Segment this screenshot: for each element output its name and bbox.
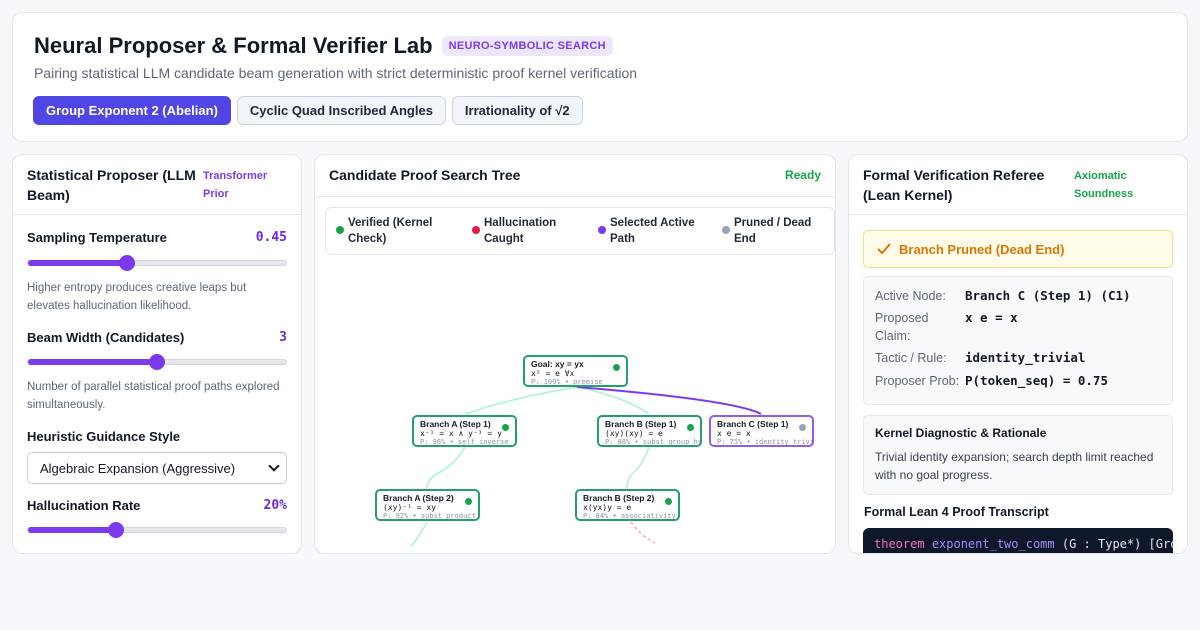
hallucination-value: 20% bbox=[263, 498, 287, 513]
node-b2-claim: x(yx)y = e bbox=[583, 503, 632, 512]
edge-root-c1 bbox=[576, 386, 762, 415]
edge-b1-b2 bbox=[626, 446, 650, 489]
hallucination-slider-fill bbox=[28, 527, 116, 533]
tree-node-a1[interactable]: Branch A (Step 1) x⁻¹ = x ∧ y⁻¹ = y P: 9… bbox=[412, 415, 517, 447]
node-c1-prob: P: 75% • identity_trivial bbox=[717, 438, 814, 446]
beam-label: Beam Width (Candidates) bbox=[27, 330, 185, 345]
temperature-value: 0.45 bbox=[255, 230, 287, 245]
temperature-label: Sampling Temperature bbox=[27, 230, 167, 245]
tab-cyclic-quad[interactable]: Cyclic Quad Inscribed Angles bbox=[236, 96, 446, 125]
diagnostic-text: Trivial identity expansion; search depth… bbox=[875, 450, 1154, 482]
node-b1-claim: (xy)(xy) = e bbox=[605, 429, 663, 438]
verified-dot-icon bbox=[687, 424, 694, 431]
verified-dot-icon bbox=[502, 424, 509, 431]
transcript-title: Formal Lean 4 Proof Transcript bbox=[864, 505, 1049, 519]
beam-help: Number of parallel statistical proof pat… bbox=[27, 381, 280, 411]
beam-slider-handle[interactable] bbox=[149, 354, 165, 370]
node-root-claim: x² = e ∀x bbox=[531, 369, 575, 378]
beam-row: Beam Width (Candidates) 3 bbox=[27, 330, 287, 345]
field-prob-key: Proposer Prob: bbox=[875, 374, 960, 388]
proposer-panel: Statistical Proposer (LLM Beam) Transfor… bbox=[12, 154, 302, 554]
status-alert: Branch Pruned (Dead End) bbox=[863, 230, 1173, 268]
tab-irrationality-sqrt2[interactable]: Irrationality of √2 bbox=[451, 96, 583, 125]
node-a2-title: Branch A (Step 2) bbox=[383, 493, 454, 503]
node-b1-prob: P: 88% • subst_group_hyp bbox=[605, 438, 702, 446]
tab-group-exponent[interactable]: Group Exponent 2 (Abelian) bbox=[33, 96, 231, 125]
code-keyword: theorem bbox=[874, 537, 925, 551]
referee-title: Formal Verification Referee (Lean Kernel… bbox=[863, 167, 1045, 203]
node-b2-prob: P: 84% • associativity bbox=[583, 512, 676, 520]
proof-transcript[interactable]: theorem exponent_two_comm (G : Type*) [G… bbox=[863, 528, 1173, 553]
node-c1-claim: x e = x bbox=[717, 429, 751, 438]
status-alert-text: Branch Pruned (Dead End) bbox=[899, 242, 1065, 257]
verified-dot-icon bbox=[665, 498, 672, 505]
search-tree-panel: Candidate Proof Search Tree Ready Verifi… bbox=[314, 154, 836, 554]
diagnostic-box: Kernel Diagnostic & Rationale Trivial id… bbox=[863, 415, 1173, 495]
field-claim-value: x e = x bbox=[965, 310, 1018, 325]
temperature-slider[interactable] bbox=[27, 255, 287, 271]
field-tactic-key: Tactic / Rule: bbox=[875, 351, 947, 365]
field-active-node-key: Active Node: bbox=[875, 289, 946, 303]
pruned-dot-icon bbox=[799, 424, 806, 431]
hallucination-label: Hallucination Rate bbox=[27, 498, 141, 513]
node-c1-title: Branch C (Step 1) bbox=[717, 419, 789, 429]
hallucination-row: Hallucination Rate 20% bbox=[27, 498, 287, 513]
edge-root-a1 bbox=[464, 386, 578, 415]
problem-tabs: Group Exponent 2 (Abelian) Cyclic Quad I… bbox=[33, 96, 583, 125]
tree-node-root[interactable]: Goal: xy = yx x² = e ∀x P: 100% • premis… bbox=[523, 355, 628, 387]
page-subtitle: Pairing statistical LLM candidate beam g… bbox=[34, 65, 638, 81]
referee-panel-header: Formal Verification Referee (Lean Kernel… bbox=[849, 155, 1187, 215]
hallucination-slider-handle[interactable] bbox=[107, 522, 124, 538]
node-a1-prob: P: 96% • self_inverse bbox=[420, 438, 509, 446]
temperature-help: Higher entropy produces creative leaps b… bbox=[27, 282, 247, 312]
code-theorem-name: exponent_two_comm bbox=[931, 537, 1055, 551]
node-root-title: Goal: xy = yx bbox=[531, 359, 584, 369]
temperature-slider-fill bbox=[28, 260, 128, 266]
chevron-down-icon bbox=[268, 460, 280, 472]
node-a1-title: Branch A (Step 1) bbox=[420, 419, 491, 429]
edge-a2-child bbox=[410, 521, 428, 548]
temperature-slider-handle[interactable] bbox=[119, 255, 136, 271]
code-signature: (G : Type*) [Group G] bbox=[1061, 537, 1173, 551]
tree-node-b2[interactable]: Branch B (Step 2) x(yx)y = e P: 84% • as… bbox=[575, 489, 680, 521]
field-tactic-value: identity_trivial bbox=[965, 350, 1086, 365]
proposer-title: Statistical Proposer (LLM Beam) bbox=[27, 167, 196, 203]
check-icon bbox=[877, 243, 891, 255]
diagnostic-title: Kernel Diagnostic & Rationale bbox=[875, 426, 1047, 440]
edge-b2-hallucination bbox=[630, 521, 656, 544]
node-info-box: Active Node: Branch C (Step 1) (C1) Prop… bbox=[863, 276, 1173, 405]
heuristic-selected-value: Algebraic Expansion (Aggressive) bbox=[40, 460, 236, 476]
beam-value: 3 bbox=[279, 330, 287, 345]
tree-node-b1[interactable]: Branch B (Step 1) (xy)(xy) = e P: 88% • … bbox=[597, 415, 702, 447]
heuristic-label: Heuristic Guidance Style bbox=[27, 429, 181, 444]
node-a2-claim: (xy)⁻¹ = xy bbox=[383, 503, 436, 512]
heuristic-select[interactable]: Algebraic Expansion (Aggressive) bbox=[27, 452, 287, 484]
tree-node-a2[interactable]: Branch A (Step 2) (xy)⁻¹ = xy P: 92% • s… bbox=[375, 489, 480, 521]
temperature-row: Sampling Temperature 0.45 bbox=[27, 230, 287, 245]
referee-panel: Formal Verification Referee (Lean Kernel… bbox=[848, 154, 1188, 554]
verified-dot-icon bbox=[613, 364, 620, 371]
node-b2-title: Branch B (Step 2) bbox=[583, 493, 655, 503]
referee-tag: Axiomatic Soundness bbox=[1074, 170, 1134, 200]
field-active-node-value: Branch C (Step 1) (C1) bbox=[965, 288, 1131, 303]
verified-dot-icon bbox=[465, 498, 472, 505]
node-b1-title: Branch B (Step 1) bbox=[605, 419, 677, 429]
tree-node-c1[interactable]: Branch C (Step 1) x e = x P: 75% • ident… bbox=[709, 415, 814, 447]
mode-badge: NEURO-SYMBOLIC SEARCH bbox=[441, 36, 613, 56]
beam-slider[interactable] bbox=[27, 354, 287, 370]
proposer-tag: Transformer Prior bbox=[203, 170, 268, 200]
page-title: Neural Proposer & Formal Verifier Lab bbox=[34, 33, 433, 58]
field-claim-key: Proposed Claim: bbox=[875, 311, 929, 343]
title-row: Neural Proposer & Formal Verifier Lab NE… bbox=[34, 33, 613, 59]
hallucination-slider[interactable] bbox=[27, 522, 287, 538]
proposer-panel-header: Statistical Proposer (LLM Beam) Transfor… bbox=[13, 155, 301, 215]
node-a2-prob: P: 92% • subst_product bbox=[383, 512, 476, 520]
node-a1-claim: x⁻¹ = x ∧ y⁻¹ = y bbox=[420, 429, 502, 438]
app-header: Neural Proposer & Formal Verifier Lab NE… bbox=[12, 12, 1188, 142]
node-root-prob: P: 100% • premise bbox=[531, 378, 603, 386]
beam-slider-fill bbox=[28, 359, 157, 365]
heuristic-row: Heuristic Guidance Style bbox=[27, 429, 287, 444]
field-prob-value: P(token_seq) = 0.75 bbox=[965, 373, 1108, 388]
edge-a1-a2 bbox=[426, 446, 466, 489]
